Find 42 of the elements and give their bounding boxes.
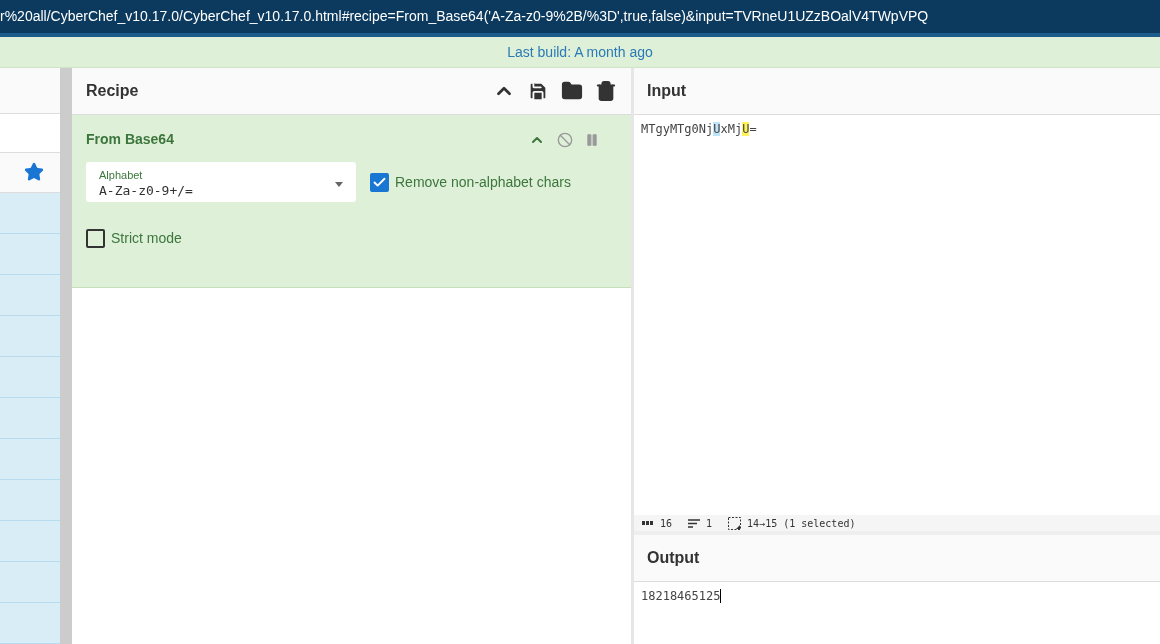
line-count: 1: [706, 516, 713, 531]
option-checkbox[interactable]: Remove non-alphabet chars: [370, 171, 571, 193]
operation-row[interactable]: [0, 480, 60, 521]
input-text: MTgyMTg0Nj UxMj U=: [641, 122, 757, 136]
option-checkbox[interactable]: Strict mode: [86, 228, 617, 249]
operation-row[interactable]: [0, 603, 60, 644]
alphabet-value: A-Za-z0-9+/=: [99, 181, 194, 200]
selection-info: 14→15 (1 selected): [747, 516, 856, 531]
alphabet-label: Alphabet: [99, 168, 144, 182]
url-text: r%20all/CyberChef_v10.17.0/CyberChef_v10.17.0.html#recipe=From_Base64('A-Za-z0-9%2B/%3D',true,false)&input=TVRneU1UZzBOalV4TWpVPQ: [0, 7, 929, 26]
lines-icon: [688, 518, 701, 528]
output-area[interactable]: 18218465125: [634, 582, 1160, 644]
operation-row[interactable]: [0, 398, 60, 439]
operation-row[interactable]: [0, 562, 60, 603]
pause-icon[interactable]: [585, 132, 599, 147]
operation-row[interactable]: [0, 275, 60, 316]
favourites-row[interactable]: [0, 152, 60, 193]
text-length-icon: [642, 520, 654, 526]
checkbox[interactable]: [370, 172, 389, 192]
disable-icon[interactable]: [557, 131, 573, 148]
address-bar[interactable]: r%20all/CyberChef_v10.17.0/CyberChef_v10.17.0.html#recipe=From_Base64('A-Za-z0-9%2B/%3D',true,false)&input=TVRneU1UZzBOalV4TWpVPQ: [0, 0, 1160, 37]
operation-row[interactable]: [0, 316, 60, 357]
checkbox[interactable]: [86, 229, 105, 248]
alphabet-select[interactable]: Alphabet A-Za-z0-9+/=: [86, 162, 356, 202]
selection-icon: [728, 516, 742, 530]
output-title: Output: [647, 548, 700, 568]
operation-row[interactable]: [0, 521, 60, 562]
output-text: 18218465125: [641, 589, 722, 603]
splitter-bar[interactable]: [631, 68, 634, 644]
operation-title: From Base64: [86, 130, 175, 149]
operation-row[interactable]: [0, 357, 60, 398]
delete-icon[interactable]: [595, 80, 617, 102]
folder-icon[interactable]: [561, 80, 583, 102]
save-icon[interactable]: [527, 80, 549, 102]
operation-row[interactable]: [0, 439, 60, 480]
dropdown-caret-icon: [335, 181, 343, 187]
last-build-link[interactable]: Last build: A month ago: [507, 41, 653, 63]
recipe-title: Recipe: [86, 81, 140, 101]
input-area[interactable]: MTgyMTg0Nj UxMj U=: [634, 115, 1160, 515]
operation-row[interactable]: [0, 234, 60, 275]
length-count: 16: [660, 516, 673, 531]
input-title: Input: [647, 81, 687, 101]
